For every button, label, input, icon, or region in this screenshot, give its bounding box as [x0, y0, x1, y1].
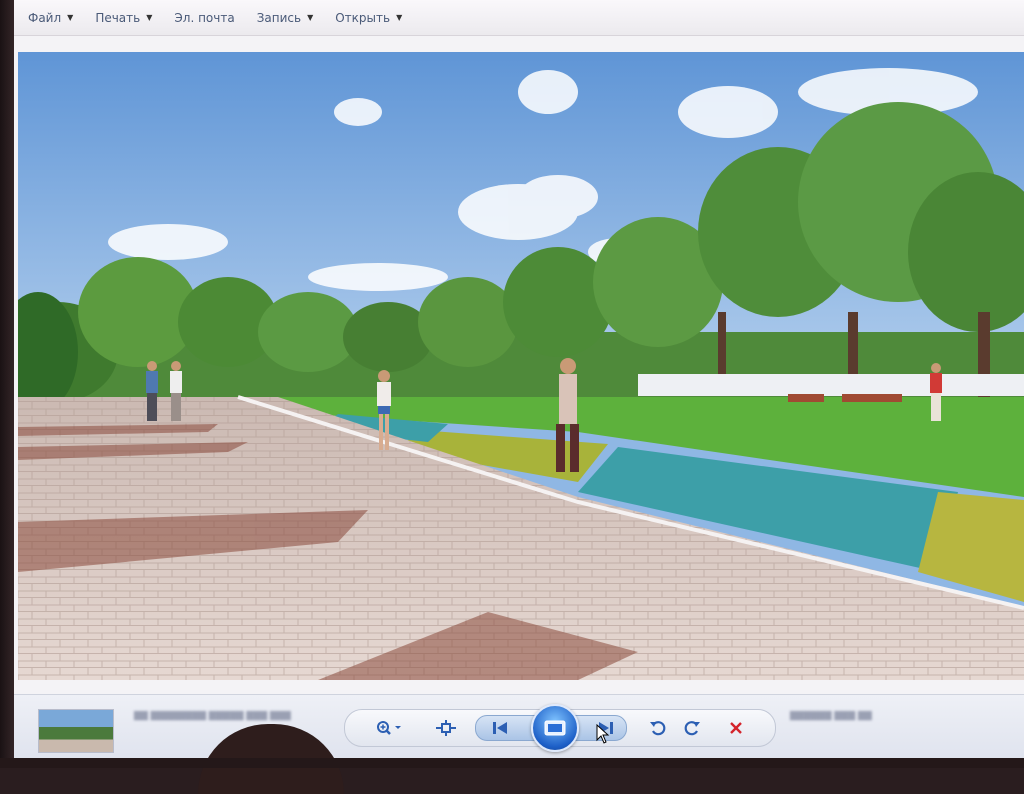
menu-file[interactable]: Файл ▼ [28, 11, 73, 25]
chevron-down-icon: ▼ [396, 13, 403, 22]
rotate-right-icon [684, 721, 700, 736]
chevron-down-icon: ▼ [146, 13, 153, 22]
screen-bottom-edge [0, 758, 1024, 768]
chevron-down-icon: ▼ [307, 13, 314, 22]
menu-burn-label: Запись [256, 10, 302, 25]
park-rendering-image [18, 52, 1024, 680]
rotate-left-icon [650, 721, 666, 736]
delete-icon [730, 722, 742, 734]
slideshow-button[interactable] [531, 704, 579, 752]
chevron-down-icon: ▼ [67, 13, 74, 22]
control-bar: ▇▇ ▇▇▇▇▇▇▇▇ ▇▇▇▇▇ ▇▇▇ ▇▇▇ ▇▇▇▇▇▇ ▇▇▇ ▇▇ [14, 694, 1024, 760]
menu-burn[interactable]: Запись ▼ [257, 11, 314, 25]
rotate-left-button[interactable] [645, 714, 671, 742]
menu-email[interactable]: Эл. почта [174, 11, 234, 25]
zoom-icon [377, 721, 401, 735]
image-viewport[interactable] [18, 52, 1024, 680]
menu-open[interactable]: Открыть ▼ [335, 11, 402, 25]
menu-file-label: Файл [28, 10, 62, 25]
file-name-blurred: ▇▇ ▇▇▇▇▇▇▇▇ ▇▇▇▇▇ ▇▇▇ ▇▇▇ [134, 711, 291, 721]
delete-button[interactable] [723, 714, 749, 742]
menu-email-label: Эл. почта [174, 10, 235, 25]
photo-viewer-window: Файл ▼ Печать ▼ Эл. почта Запись ▼ Откры… [14, 0, 1024, 760]
mouse-cursor-icon [596, 724, 610, 744]
slideshow-icon [544, 720, 566, 736]
menu-bar: Файл ▼ Печать ▼ Эл. почта Запись ▼ Откры… [14, 0, 1024, 36]
zoom-button[interactable] [371, 714, 407, 742]
actual-size-icon [436, 720, 456, 736]
previous-button[interactable] [485, 714, 515, 742]
previous-icon [493, 722, 507, 734]
navigation-controls [344, 704, 776, 752]
benches [788, 394, 902, 402]
actual-size-button[interactable] [431, 714, 461, 742]
rotate-right-button[interactable] [679, 714, 705, 742]
menu-print[interactable]: Печать ▼ [95, 11, 152, 25]
white-flower-bed [638, 374, 1024, 396]
image-thumbnail[interactable] [38, 709, 114, 753]
file-size-blurred: ▇▇▇▇▇▇ ▇▇▇ ▇▇ [790, 711, 872, 721]
menu-open-label: Открыть [335, 10, 391, 25]
menu-print-label: Печать [95, 10, 141, 25]
